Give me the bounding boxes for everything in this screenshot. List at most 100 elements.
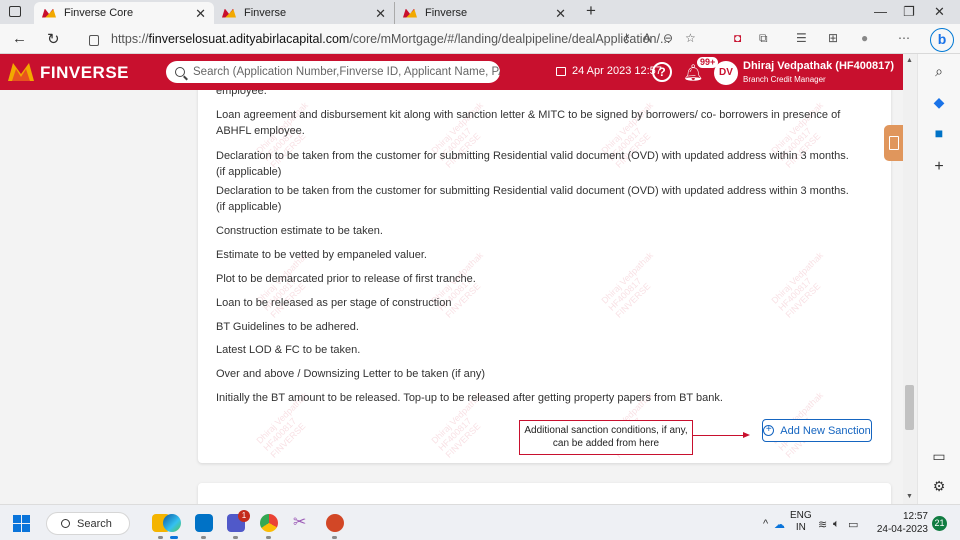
- sidebar-outlook-icon[interactable]: ■: [932, 125, 946, 141]
- tab-title: Finverse: [425, 7, 468, 19]
- chrome-icon[interactable]: [260, 514, 278, 532]
- sidebar-shopping-icon[interactable]: ◆: [932, 94, 946, 111]
- show-hidden-icons-icon[interactable]: ^: [763, 518, 768, 530]
- notification-center-badge[interactable]: 21: [932, 516, 947, 531]
- onedrive-cloud-icon[interactable]: ☁: [774, 518, 785, 531]
- page-scrollbar[interactable]: [903, 54, 917, 504]
- sidebar-settings-icon[interactable]: ⚙: [932, 478, 946, 495]
- sanction-condition-item: Declaration to be taken from the custome…: [216, 150, 849, 178]
- zoom-icon[interactable]: ⊖: [663, 31, 673, 45]
- browser-tab-finverse-3[interactable]: Finverse ✕: [394, 2, 574, 24]
- document-panel-tab[interactable]: [884, 125, 903, 161]
- bing-copilot-icon[interactable]: b: [930, 28, 954, 52]
- window-close-icon[interactable]: ✕: [934, 4, 945, 20]
- extensions-icon[interactable]: ⧉: [759, 31, 768, 46]
- url-field[interactable]: https://finverselosuat.adityabirlacapita…: [81, 28, 691, 50]
- sidebar-add-icon[interactable]: +: [932, 158, 946, 176]
- sanction-condition-item: Loan agreement and disbursement kit alon…: [216, 109, 841, 137]
- close-tab-icon[interactable]: ✕: [555, 6, 566, 22]
- global-search-input[interactable]: Search (Application Number,Finverse ID, …: [166, 61, 500, 83]
- system-clock[interactable]: 12:57 24-04-2023: [866, 510, 928, 536]
- current-date: 24 Apr 2023 12:57: [556, 65, 662, 77]
- scrollbar-thumb[interactable]: [905, 385, 914, 430]
- next-section-card: [198, 483, 891, 504]
- outlook-icon[interactable]: [195, 514, 213, 532]
- add-new-sanction-label: Add New Sanction: [780, 424, 871, 437]
- windows-taskbar: Search 1 ✂ ^ ☁ ENG IN ≋ 🔈︎ ▭ 12:57 24-04…: [0, 504, 960, 540]
- finverse-logo-icon: [8, 63, 34, 81]
- volume-icon[interactable]: 🔈︎: [833, 518, 840, 531]
- calendar-icon: [556, 66, 566, 76]
- back-icon[interactable]: ←: [12, 30, 27, 47]
- battery-icon[interactable]: ▭: [848, 518, 858, 531]
- search-icon: [61, 519, 70, 528]
- sanction-condition-item: employee.: [216, 90, 267, 97]
- close-tab-icon[interactable]: ✕: [375, 6, 386, 22]
- new-tab-icon[interactable]: +: [586, 1, 596, 21]
- app-header: FINVERSE Search (Application Number,Finv…: [0, 54, 903, 90]
- help-callout: Additional sanction conditions, if any, …: [519, 420, 693, 455]
- active-indicator: [170, 536, 178, 539]
- scroll-up-icon[interactable]: ▲: [906, 57, 913, 64]
- address-bar: ← ↻ https://finverselosuat.adityabirlaca…: [0, 24, 960, 54]
- input-language[interactable]: ENG IN: [790, 510, 812, 534]
- user-name[interactable]: Dhiraj Vedpathak (HF400817): [743, 60, 894, 72]
- url-host: finverselosuat.adityabirlacapital.com: [148, 32, 350, 46]
- sanction-condition-item: Construction estimate to be taken.: [216, 225, 383, 237]
- teams-badge: 1: [238, 510, 250, 522]
- callout-arrow: [693, 435, 743, 436]
- edge-browser-icon[interactable]: [163, 514, 181, 532]
- edge-sidebar: [917, 54, 960, 504]
- sanction-condition-item: Declaration to be taken from the custome…: [216, 185, 849, 213]
- sanction-condition-item: Initially the BT amount to be released. …: [216, 392, 723, 404]
- key-icon[interactable]: ⚷: [622, 31, 631, 45]
- refresh-icon[interactable]: ↻: [47, 30, 60, 48]
- lock-icon: [89, 34, 99, 46]
- more-options-icon[interactable]: ⋯: [898, 31, 910, 45]
- sidebar-search-icon[interactable]: ⌕: [932, 63, 946, 80]
- browser-tab-finverse-core[interactable]: Finverse Core ✕: [34, 2, 214, 24]
- brand-name: FINVERSE: [40, 63, 130, 82]
- sanction-condition-item: BT Guidelines to be adhered.: [216, 321, 359, 333]
- mcafee-extension-icon[interactable]: ◘: [734, 31, 741, 45]
- favorites-list-icon[interactable]: ☰: [796, 31, 807, 45]
- minimize-icon[interactable]: —: [874, 4, 887, 19]
- browser-tab-finverse-2[interactable]: Finverse ✕: [214, 2, 394, 24]
- help-icon[interactable]: ?: [652, 62, 672, 82]
- plus-circle-icon: +: [763, 425, 775, 436]
- taskbar-search[interactable]: Search: [46, 512, 130, 535]
- user-avatar[interactable]: DV: [714, 61, 738, 85]
- read-aloud-icon[interactable]: A: [643, 31, 651, 45]
- windows-start-icon[interactable]: [13, 515, 30, 532]
- tab-actions-icon[interactable]: [9, 6, 21, 17]
- snipping-tool-icon[interactable]: ✂: [293, 514, 311, 532]
- running-indicator: [233, 536, 238, 539]
- browser-tab-bar: Finverse Core ✕ Finverse ✕ Finverse ✕ + …: [0, 0, 960, 24]
- powerpoint-icon[interactable]: [326, 514, 344, 532]
- collections-icon[interactable]: ⊞: [828, 31, 838, 45]
- search-icon: [175, 67, 185, 77]
- profile-icon[interactable]: ●: [861, 31, 868, 45]
- sanction-condition-item: Over and above / Downsizing Letter to be…: [216, 368, 486, 380]
- close-tab-icon[interactable]: ✕: [195, 6, 206, 22]
- clock-date: 24-04-2023: [876, 524, 928, 535]
- running-indicator: [158, 536, 163, 539]
- language-code: ENG: [790, 510, 812, 521]
- running-indicator: [266, 536, 271, 539]
- sidebar-layout-icon[interactable]: ▭: [932, 448, 946, 465]
- scroll-down-icon[interactable]: ▼: [906, 493, 913, 500]
- callout-arrow-head: [743, 432, 750, 438]
- user-role: Branch Credit Manager: [743, 75, 826, 84]
- taskbar-search-label: Search: [77, 517, 112, 530]
- running-indicator: [332, 536, 337, 539]
- restore-icon[interactable]: ❐: [903, 4, 915, 20]
- url-prefix: https://: [111, 32, 149, 46]
- region-code: IN: [795, 522, 806, 533]
- favorite-star-icon[interactable]: ☆: [685, 31, 696, 45]
- sanction-condition-item: Plot to be demarcated prior to release o…: [216, 273, 476, 285]
- wifi-icon[interactable]: ≋: [818, 518, 827, 531]
- add-new-sanction-button[interactable]: + Add New Sanction: [762, 419, 872, 442]
- search-placeholder: Search (Application Number,Finverse ID, …: [193, 66, 500, 78]
- page-content: Dhiraj VedpathakHF400817FINVERSEDhiraj V…: [0, 90, 903, 504]
- sanction-condition-item: Estimate to be vetted by empaneled value…: [216, 249, 427, 261]
